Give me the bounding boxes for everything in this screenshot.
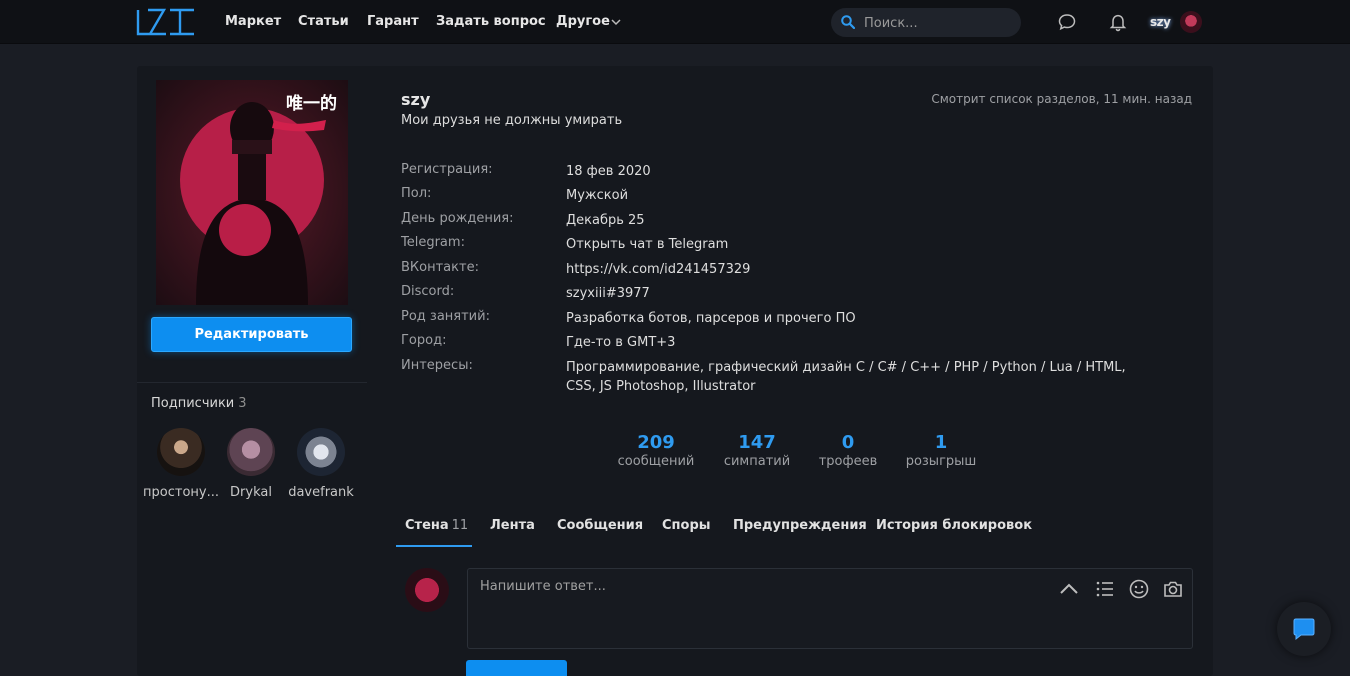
tab-warnings[interactable]: Предупреждения xyxy=(733,518,867,533)
stat-giveaways[interactable]: 1 розыгрыш xyxy=(891,432,991,469)
info-label: Пол: xyxy=(401,186,432,201)
avatar-caption: 唯一的 xyxy=(286,94,337,114)
follower-name[interactable]: простону... xyxy=(141,485,221,500)
tab-ban-history[interactable]: История блокировок xyxy=(876,518,1032,533)
list-icon[interactable] xyxy=(1094,578,1116,600)
sidebar-divider xyxy=(137,382,367,383)
info-value: Программирование, графический дизайн C /… xyxy=(566,360,1126,394)
info-label: Регистрация: xyxy=(401,162,493,177)
nav-other[interactable]: Другое xyxy=(556,14,610,29)
follower-avatar[interactable] xyxy=(297,428,345,476)
logo-lzt[interactable] xyxy=(136,8,196,36)
tab-feed[interactable]: Лента xyxy=(490,518,535,533)
chat-bubble-icon[interactable] xyxy=(1057,12,1077,32)
stat-value: 0 xyxy=(841,432,855,453)
search-box[interactable] xyxy=(831,8,1021,37)
smile-icon[interactable] xyxy=(1128,578,1150,600)
info-label: Discord: xyxy=(401,284,455,299)
followers-count: 3 xyxy=(238,396,247,411)
profile-status: Мои друзья не должны умирать xyxy=(401,113,623,128)
telegram-link[interactable]: Открыть чат в Telegram xyxy=(566,235,1146,254)
info-label: Город: xyxy=(401,333,447,348)
top-navigation-bar: Маркет Статьи Гарант Задать вопрос Друго… xyxy=(0,0,1350,44)
profile-username: szy xyxy=(401,90,431,109)
nav-ask-question[interactable]: Задать вопрос xyxy=(436,14,546,29)
info-value: Разработка ботов, парсеров и прочего ПО xyxy=(566,311,856,326)
info-label: ВКонтакте: xyxy=(401,260,479,275)
stat-label: трофеев xyxy=(818,454,878,469)
info-value: Где-то в GMT+3 xyxy=(566,335,676,350)
edit-profile-button[interactable]: Редактировать xyxy=(151,317,352,352)
stat-likes[interactable]: 147 симпатий xyxy=(707,432,807,469)
last-activity: Смотрит список разделов, 11 мин. назад xyxy=(931,92,1192,106)
follower-name[interactable]: Drykal xyxy=(211,485,291,500)
profile-avatar[interactable]: 唯一的 xyxy=(156,80,348,305)
stat-messages[interactable]: 209 сообщений xyxy=(606,432,706,469)
tab-wall[interactable]: Стена 11 xyxy=(405,518,468,533)
reply-editor[interactable] xyxy=(467,568,1193,649)
follower-name[interactable]: davefrank xyxy=(281,485,361,500)
nav-guarantor[interactable]: Гарант xyxy=(367,14,419,29)
info-label: Интересы: xyxy=(401,358,473,373)
chevron-up-icon[interactable] xyxy=(1058,578,1080,600)
profile-card: 唯一的 Редактировать Подписчики 3 простону..… xyxy=(137,66,1213,676)
tab-label: Стена xyxy=(405,518,449,533)
chevron-down-icon[interactable] xyxy=(611,17,621,27)
stat-label: сообщений xyxy=(617,454,695,469)
header-username[interactable]: szy xyxy=(1150,15,1171,29)
info-label: Род занятий: xyxy=(401,309,490,324)
nav-market[interactable]: Маркет xyxy=(225,14,281,29)
follower-item[interactable]: простону... xyxy=(141,428,221,500)
info-label: День рождения: xyxy=(401,211,514,226)
follower-avatar[interactable] xyxy=(157,428,205,476)
stat-value: 209 xyxy=(637,432,675,453)
profile-sidebar: 唯一的 Редактировать Подписчики 3 простону..… xyxy=(137,66,367,676)
search-input[interactable] xyxy=(864,14,1014,32)
avatar[interactable] xyxy=(1180,11,1202,33)
chat-floating-button[interactable] xyxy=(1277,602,1331,656)
stat-label: розыгрыш xyxy=(905,454,977,469)
post-reply-button[interactable] xyxy=(466,660,567,676)
followers-heading: Подписчики 3 xyxy=(151,396,247,411)
vk-link[interactable]: https://vk.com/id241457329 xyxy=(566,260,1146,279)
info-value: szyxiii#3977 xyxy=(566,286,650,301)
stat-value: 147 xyxy=(738,432,776,453)
follower-avatar[interactable] xyxy=(227,428,275,476)
camera-icon[interactable] xyxy=(1162,578,1184,600)
info-value: Декабрь 25 xyxy=(566,213,645,228)
stat-label: симпатий xyxy=(723,454,791,469)
tab-messages[interactable]: Сообщения xyxy=(557,518,643,533)
reply-avatar[interactable] xyxy=(405,568,449,612)
info-value: 18 фев 2020 xyxy=(566,164,651,179)
info-value: Мужской xyxy=(566,188,629,203)
reply-input[interactable] xyxy=(480,579,1040,639)
tab-count: 11 xyxy=(451,518,469,533)
follower-item[interactable]: davefrank xyxy=(281,428,361,500)
bell-icon[interactable] xyxy=(1108,12,1128,32)
search-icon xyxy=(841,15,855,29)
followers-label[interactable]: Подписчики xyxy=(151,396,234,411)
stat-value: 1 xyxy=(934,432,948,453)
follower-item[interactable]: Drykal xyxy=(211,428,291,500)
info-label: Telegram: xyxy=(401,235,465,250)
nav-articles[interactable]: Статьи xyxy=(298,14,349,29)
active-tab-indicator xyxy=(396,545,472,547)
stat-trophies[interactable]: 0 трофеев xyxy=(798,432,898,469)
chat-icon xyxy=(1293,618,1315,641)
tab-disputes[interactable]: Споры xyxy=(662,518,711,533)
